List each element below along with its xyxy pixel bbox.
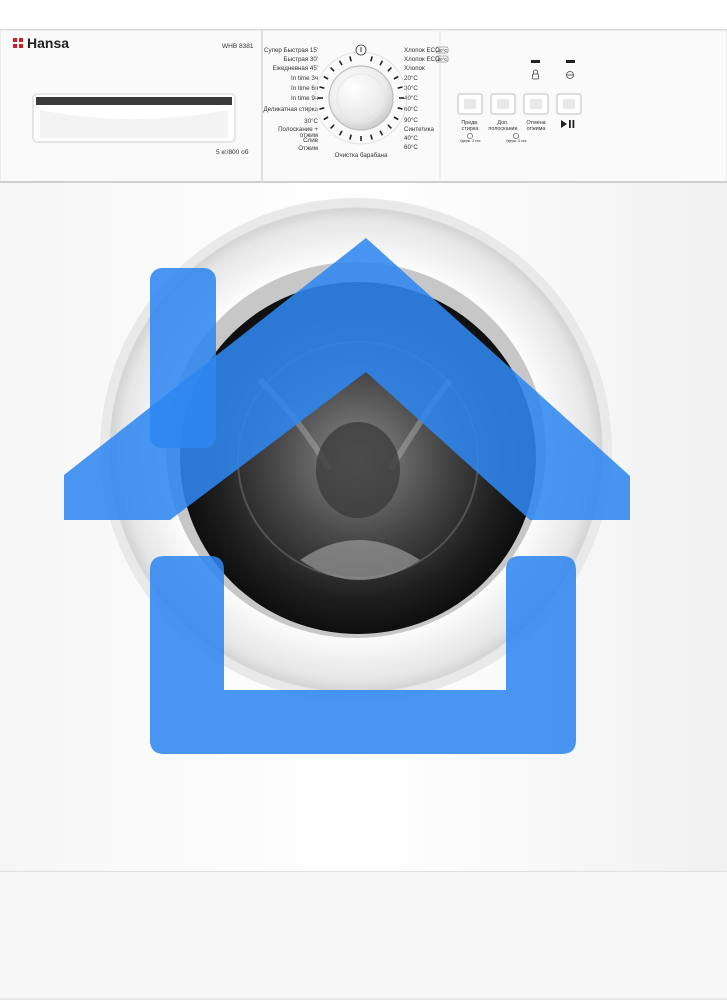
option-button-prewash[interactable] — [457, 93, 483, 115]
program-left-label: In time 6ч — [291, 85, 318, 92]
program-right-label: 40°C — [404, 135, 418, 142]
button-label: полоскание — [488, 126, 517, 132]
program-left-label: Отжим — [298, 145, 318, 152]
brand-name: Hansa — [27, 35, 69, 51]
program-left-label: Быстрая 30' — [284, 56, 318, 63]
program-right-label: Хлопок ECO — [404, 47, 440, 54]
button-label: стирка — [462, 126, 479, 132]
button-hint: Удерж. 3 сек — [460, 139, 481, 143]
program-bottom-label: Очистка барабана — [335, 152, 388, 159]
program-right-label: 60°C — [404, 144, 418, 151]
program-right-label: Синтетика — [404, 126, 434, 133]
detergent-drawer[interactable] — [32, 93, 236, 143]
program-left-label: Деликатная стирка — [263, 106, 318, 113]
program-right-label: Хлопок ECO — [404, 56, 440, 63]
program-right-label: 90°C — [404, 117, 418, 124]
program-left-label: In time 3ч — [291, 75, 318, 82]
button-label: отжима — [527, 126, 546, 132]
start-pause-button[interactable] — [556, 93, 582, 115]
washing-machine-photo: Hansa WHB 8381 5 кг/800 об Супер Быстрая… — [0, 0, 727, 1000]
door[interactable] — [100, 198, 612, 702]
option-button-no-spin[interactable] — [523, 93, 549, 115]
eco-badge: 60°C — [438, 57, 449, 62]
program-left-label: Супер Быстрая 15' — [264, 47, 318, 54]
capacity-label: 5 кг/800 об — [216, 148, 249, 156]
program-left-label: In time 9ч — [291, 95, 318, 102]
program-right-label: Хлопок — [404, 65, 425, 72]
button-hint: Удерж. 3 сек — [506, 139, 527, 143]
program-left-label: Слив — [303, 137, 319, 144]
option-button-extra-rinse[interactable] — [490, 93, 516, 115]
washing-machine: Hansa WHB 8381 5 кг/800 об Супер Быстрая… — [0, 29, 727, 1000]
program-left-label: 30°C — [304, 118, 318, 125]
program-right-label: 40°C — [404, 95, 418, 102]
plinth — [0, 872, 727, 1000]
program-left-label: Ежедневная 45' — [273, 65, 318, 72]
program-right-label: 20°C — [404, 75, 418, 82]
eco-badge: 40°C — [438, 48, 449, 53]
model-name: WHB 8381 — [222, 43, 254, 50]
